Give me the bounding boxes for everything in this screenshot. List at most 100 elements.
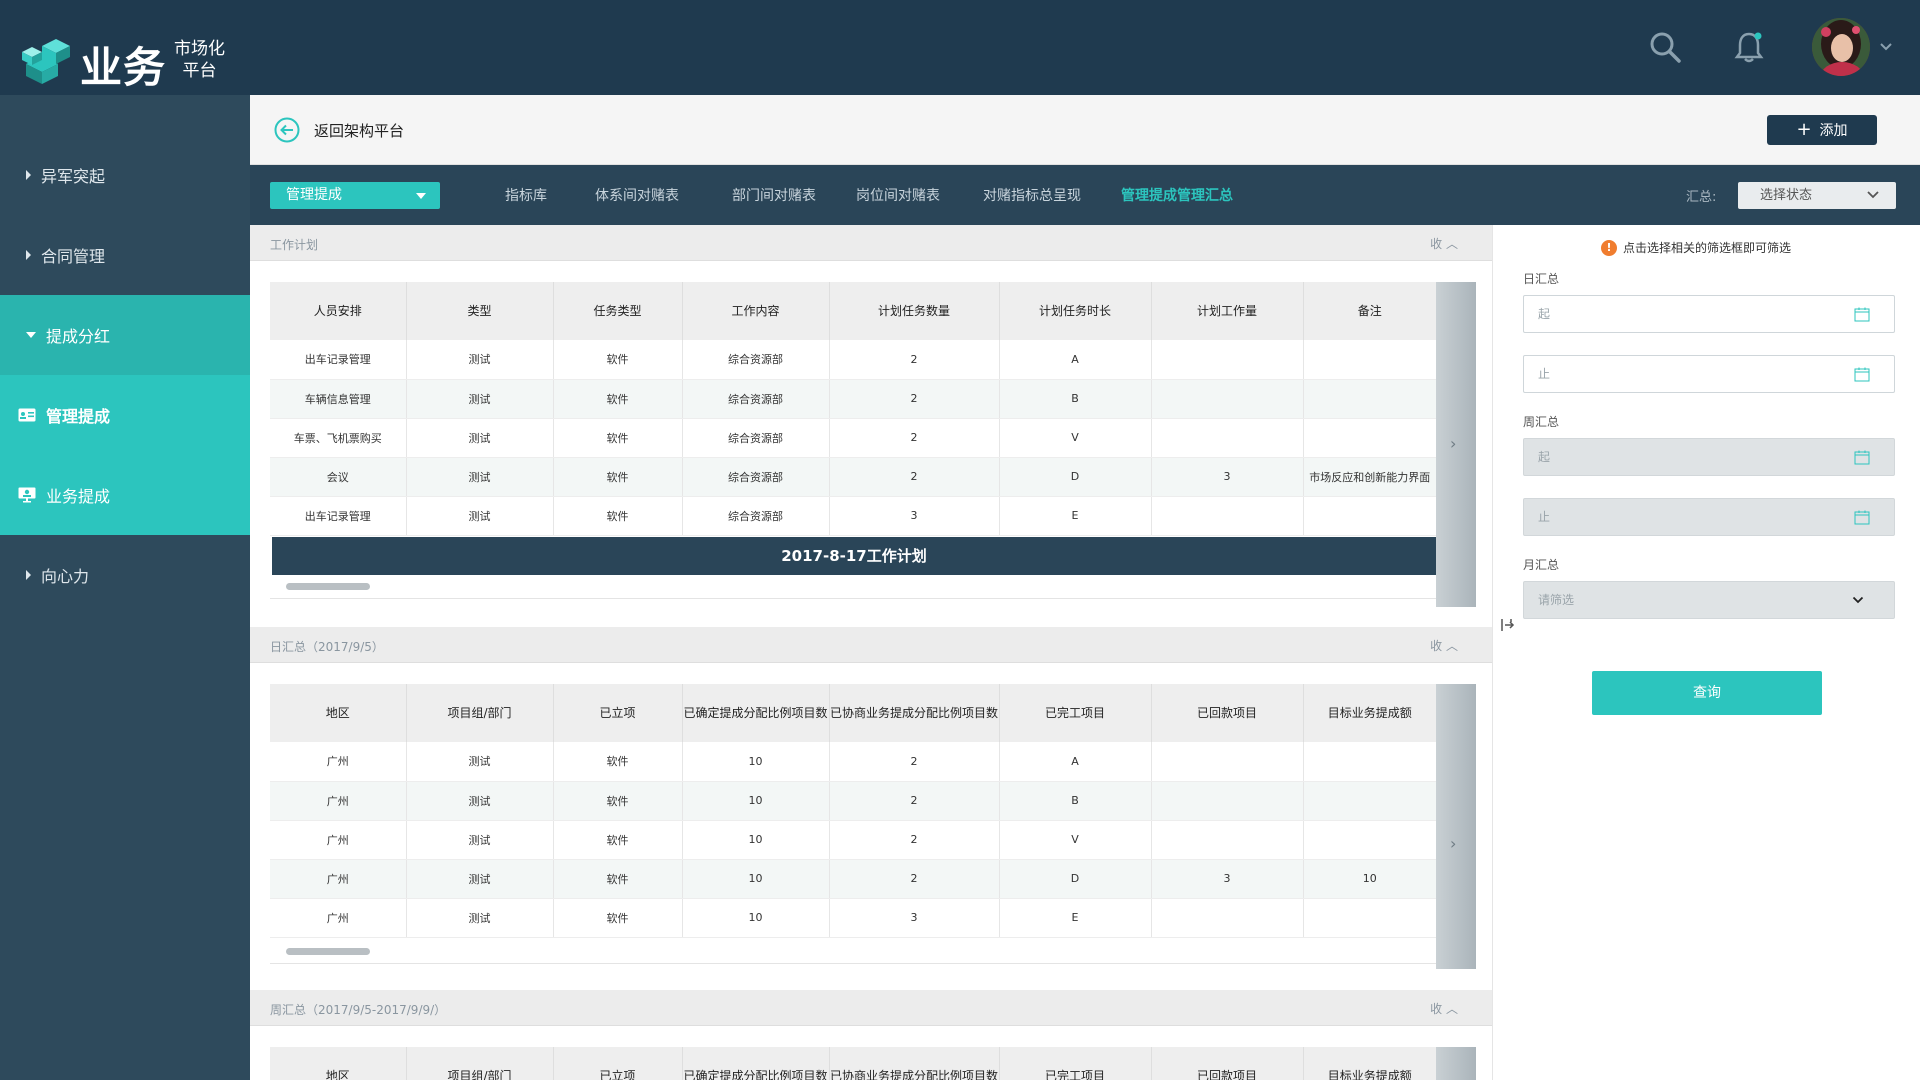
- table-row[interactable]: 广州 测试 软件 10 2 D 3 10: [270, 859, 1436, 899]
- column-header: 地区: [270, 684, 407, 742]
- week-end-date-input[interactable]: 止: [1523, 498, 1895, 536]
- table-row[interactable]: 车辆信息管理 测试 软件 综合资源部 2 B: [270, 379, 1436, 419]
- user-avatar[interactable]: [1812, 18, 1870, 76]
- table-cell: [1151, 898, 1304, 938]
- collapse-toggle[interactable]: 收 ︿: [1430, 637, 1458, 654]
- tab-system-bet[interactable]: 体系间对赌表: [595, 185, 679, 205]
- table-cell: 测试: [406, 742, 554, 782]
- table-cell: 综合资源部: [682, 340, 830, 380]
- search-icon[interactable]: [1648, 30, 1682, 64]
- plan-table: 人员安排 类型 任务类型 工作内容 计划任务数量 计划任务时长 计划工作量 备注 出车记录管理…: [270, 282, 1436, 536]
- horizontal-scrollbar[interactable]: [270, 940, 1436, 964]
- horizontal-scrollbar[interactable]: [270, 575, 1436, 599]
- table-cell: 车票、飞机票购买: [270, 418, 407, 458]
- table-row[interactable]: 广州 测试 软件 10 2 B: [270, 781, 1436, 821]
- table-cell: [1303, 340, 1436, 380]
- weekly-table-scroll-right[interactable]: [1436, 1047, 1476, 1080]
- column-header: 人员安排: [270, 282, 407, 340]
- plan-table-scroll-right[interactable]: ›: [1436, 282, 1476, 607]
- table-cell: [1151, 340, 1304, 380]
- collapse-toggle[interactable]: 收 ︿: [1430, 1000, 1458, 1017]
- query-button[interactable]: 查询: [1592, 671, 1822, 715]
- table-cell: 软件: [553, 379, 683, 419]
- sidebar-item-commission[interactable]: 提成分红: [0, 295, 250, 375]
- table-cell: 出车记录管理: [270, 340, 407, 380]
- table-cell: 3: [829, 898, 1000, 938]
- tab-position-bet[interactable]: 岗位间对赌表: [856, 185, 940, 205]
- table-row[interactable]: 出车记录管理 测试 软件 综合资源部 3 E: [270, 496, 1436, 536]
- table-cell: A: [999, 340, 1152, 380]
- table-cell: D: [999, 859, 1152, 899]
- column-header: 目标业务提成额: [1303, 684, 1436, 742]
- table-row[interactable]: 出车记录管理 测试 软件 综合资源部 2 A: [270, 340, 1436, 380]
- table-row[interactable]: 车票、飞机票购买 测试 软件 综合资源部 2 V: [270, 418, 1436, 458]
- table-cell: 测试: [406, 457, 554, 497]
- bell-icon[interactable]: [1732, 30, 1766, 64]
- sidebar-item-cohesion[interactable]: 向心力: [0, 535, 250, 615]
- week-start-date-input[interactable]: 起: [1523, 438, 1895, 476]
- table-row[interactable]: 会议 测试 软件 综合资源部 2 D 3 市场反应和创新能力界面: [270, 457, 1436, 497]
- tab-bar: 管理提成 指标库 体系间对赌表 部门间对赌表 岗位间对赌表 对赌指标总呈现 管理…: [250, 165, 1920, 225]
- column-header: 已确定提成分配比例项目数: [682, 684, 830, 742]
- back-arrow-icon[interactable]: [274, 117, 300, 143]
- panel-resize-icon[interactable]: [1499, 617, 1515, 633]
- collapse-label: 收: [1430, 1002, 1443, 1016]
- tab-indicator-library[interactable]: 指标库: [505, 185, 547, 205]
- sidebar-item-contract[interactable]: 合同管理: [0, 215, 250, 295]
- chevron-down-icon: [1867, 191, 1879, 199]
- table-cell: 软件: [553, 457, 683, 497]
- table-cell: 测试: [406, 496, 554, 536]
- caret-right-icon: [26, 570, 31, 580]
- caret-down-icon: [416, 193, 426, 199]
- scrollbar-thumb[interactable]: [286, 583, 370, 590]
- week-summary-label: 周汇总: [1523, 415, 1560, 429]
- section-title: 工作计划: [270, 238, 319, 252]
- table-cell: 软件: [553, 340, 683, 380]
- column-header: 目标业务提成额: [1303, 1047, 1436, 1080]
- daily-table-scroll-right[interactable]: ›: [1436, 684, 1476, 969]
- table-cell: 出车记录管理: [270, 496, 407, 536]
- warning-icon: !: [1601, 239, 1617, 256]
- calendar-icon: [1854, 307, 1870, 322]
- state-select[interactable]: 选择状态: [1738, 182, 1896, 209]
- summary-label: 汇总:: [1686, 190, 1717, 205]
- column-header: 已立项: [553, 1047, 683, 1080]
- column-header: 已完工项目: [999, 1047, 1152, 1080]
- brand-logo[interactable]: 业务 市场化 平台: [20, 30, 240, 92]
- table-cell: 2: [829, 742, 1000, 782]
- back-link[interactable]: 返回架构平台: [314, 120, 404, 141]
- table-row[interactable]: 广州 测试 软件 10 2 V: [270, 820, 1436, 860]
- table-cell: 综合资源部: [682, 379, 830, 419]
- column-header: 已完工项目: [999, 684, 1152, 742]
- day-start-date-input[interactable]: 起: [1523, 295, 1895, 333]
- sidebar-subitem-business-commission[interactable]: 业务提成: [0, 455, 250, 535]
- collapse-label: 收: [1430, 237, 1443, 251]
- sidebar-subitem-management-commission[interactable]: 管理提成: [0, 375, 250, 455]
- table-cell: E: [999, 496, 1152, 536]
- scrollbar-thumb[interactable]: [286, 948, 370, 955]
- tab-management-summary[interactable]: 管理提成管理汇总: [1121, 185, 1233, 205]
- table-header-row: 地区 项目组/部门 已立项 已确定提成分配比例项目数 已协商业务提成分配比例项目数 已完工…: [270, 1047, 1436, 1080]
- table-cell: [1303, 379, 1436, 419]
- day-end-date-input[interactable]: 止: [1523, 355, 1895, 393]
- filter-hint-text: 点击选择相关的筛选框即可筛选: [1623, 241, 1792, 255]
- commission-type-select[interactable]: 管理提成: [270, 182, 440, 209]
- add-button[interactable]: + 添加: [1767, 115, 1877, 145]
- sidebar-item-label: 异军突起: [41, 167, 106, 186]
- collapse-toggle[interactable]: 收 ︿: [1430, 235, 1458, 252]
- table-row[interactable]: 广州 测试 软件 10 2 A: [270, 742, 1436, 782]
- table-cell: 软件: [553, 781, 683, 821]
- tab-department-bet[interactable]: 部门间对赌表: [732, 185, 816, 205]
- tab-bet-overview[interactable]: 对赌指标总呈现: [983, 185, 1081, 205]
- month-select[interactable]: 请筛选: [1523, 581, 1895, 619]
- calendar-icon: [1854, 450, 1870, 465]
- main-content: 工作计划 收 ︿ 人员安排 类型 任务类型 工作内容 计划任务数量 计划任务时长 计划工作量…: [250, 225, 1492, 1080]
- table-cell: [1303, 418, 1436, 458]
- table-cell: B: [999, 379, 1152, 419]
- table-cell: 综合资源部: [682, 496, 830, 536]
- chevron-down-icon[interactable]: [1878, 38, 1894, 54]
- column-header: 项目组/部门: [406, 1047, 554, 1080]
- column-header: 任务类型: [553, 282, 683, 340]
- sidebar-item-yijun[interactable]: 异军突起: [0, 135, 250, 215]
- table-row[interactable]: 广州 测试 软件 10 3 E: [270, 898, 1436, 938]
